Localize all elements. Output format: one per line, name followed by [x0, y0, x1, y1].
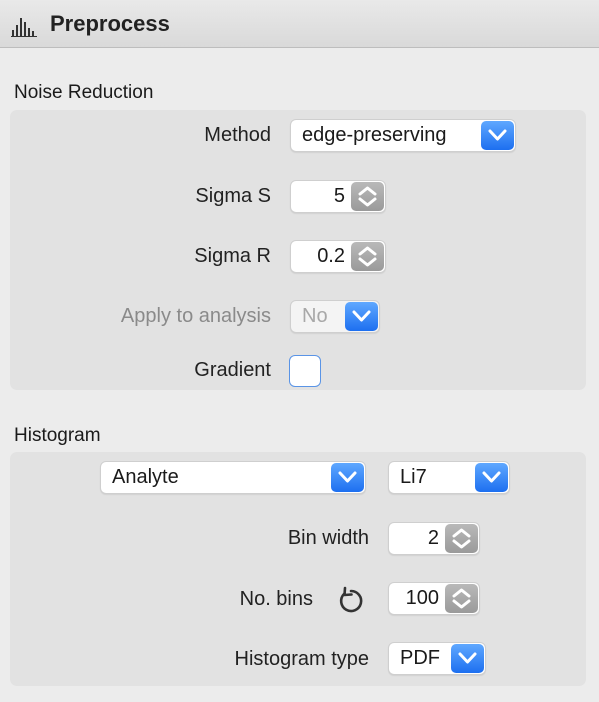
stepper-arrows-icon[interactable]: [351, 182, 384, 211]
stepper-arrows-icon[interactable]: [445, 524, 478, 553]
sigma-s-spinbox[interactable]: 5: [290, 180, 386, 213]
num-bins-value: 100: [405, 587, 439, 609]
bin-width-spinbox[interactable]: 2: [388, 522, 480, 555]
method-value: edge-preserving: [302, 124, 447, 146]
field-type-value: Analyte: [112, 466, 179, 488]
analyte-select[interactable]: Li7: [388, 461, 510, 494]
apply-to-analysis-select[interactable]: No: [290, 300, 380, 333]
num-bins-label: No. bins: [239, 588, 313, 610]
chevron-down-icon[interactable]: [451, 644, 484, 673]
analyte-value: Li7: [400, 466, 427, 488]
histogram-section-label: Histogram: [14, 425, 101, 446]
panel-title: Preprocess: [50, 11, 170, 36]
apply-to-analysis-value: No: [302, 305, 328, 327]
bin-width-label: Bin width: [287, 527, 369, 549]
chevron-down-icon[interactable]: [481, 121, 514, 150]
sigma-s-label: Sigma S: [195, 185, 271, 207]
panel-header: Preprocess: [0, 0, 599, 48]
stepper-arrows-icon[interactable]: [445, 584, 478, 613]
chevron-down-icon[interactable]: [475, 463, 508, 492]
sigma-r-value: 0.2: [317, 245, 345, 267]
num-bins-spinbox[interactable]: 100: [388, 582, 480, 615]
bin-width-value: 2: [427, 527, 439, 549]
histogram-bars-icon: [11, 18, 37, 37]
sigma-r-label: Sigma R: [194, 245, 271, 267]
method-select[interactable]: edge-preserving: [290, 119, 516, 152]
chevron-down-icon[interactable]: [331, 463, 364, 492]
field-type-select[interactable]: Analyte: [100, 461, 366, 494]
method-label: Method: [204, 124, 271, 146]
noise-reduction-section-label: Noise Reduction: [14, 82, 154, 103]
histogram-type-value: PDF: [400, 647, 440, 669]
gradient-label: Gradient: [194, 359, 271, 381]
gradient-checkbox[interactable]: [289, 355, 321, 387]
histogram-type-label: Histogram type: [234, 648, 370, 670]
sigma-r-spinbox[interactable]: 0.2: [290, 240, 386, 273]
sigma-s-value: 5: [333, 185, 345, 207]
stepper-arrows-icon[interactable]: [351, 242, 384, 271]
reset-icon[interactable]: [335, 585, 367, 617]
chevron-down-icon[interactable]: [345, 302, 378, 331]
histogram-type-select[interactable]: PDF: [388, 642, 486, 675]
apply-to-analysis-label: Apply to analysis: [120, 305, 271, 327]
